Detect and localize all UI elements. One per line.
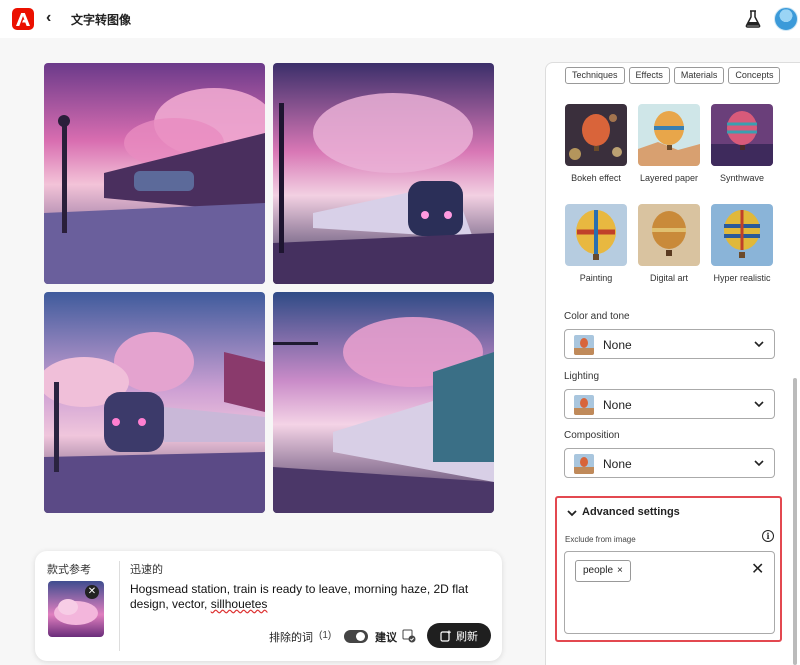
flask-icon[interactable] [745,10,761,28]
style-painting[interactable]: Painting [561,204,631,283]
style-digital-art[interactable]: Digital art [634,204,704,283]
balloon-image [711,204,773,266]
result-image-3[interactable] [44,292,265,513]
back-button[interactable]: ‹ [46,9,51,27]
adobe-logo[interactable] [12,8,34,30]
balloon-swatch-image [574,454,594,474]
top-bar: ‹ 文字转图像 [0,0,800,38]
suggestions-label: 建议 [375,632,397,644]
style-label: Painting [579,273,613,283]
panel-scrollbar[interactable] [793,378,797,665]
style-label: Bokeh effect [571,173,621,183]
result-image-4[interactable] [273,292,494,513]
style-thumbnail [565,104,627,166]
remove-style-reference-button[interactable]: ✕ [85,585,99,599]
exclude-tag: people × [575,560,631,582]
composition-label: Composition [564,430,620,441]
balloon-image [565,204,627,266]
prompt-input[interactable]: Hogsmead station, train is ready to leav… [130,582,490,612]
balloon-image [638,104,700,166]
exclude-words-count: (1) [319,630,332,641]
train-station-image [273,292,494,513]
refresh-button[interactable]: 刷新 [427,623,491,648]
style-category-chips: Techniques Effects Materials Concepts [565,67,781,84]
advanced-settings-toggle[interactable]: Advanced settings [582,506,680,518]
style-label: Digital art [649,273,688,283]
style-hyper-realistic[interactable]: Hyper realistic [707,204,777,283]
train-station-image [273,63,494,284]
divider [119,561,120,651]
user-avatar[interactable] [774,7,798,31]
chip-techniques[interactable]: Techniques [565,67,625,84]
prompt-text: Hogsmead station, train is ready to leav… [130,582,469,611]
style-label: Hyper realistic [713,273,771,283]
style-label: Synthwave [719,173,765,183]
dropdown-value: None [603,338,632,352]
option-thumbnail [574,335,594,355]
balloon-image [711,104,773,166]
color-tone-label: Color and tone [564,311,630,322]
balloon-swatch-image [574,395,594,415]
tag-remove-icon[interactable]: × [617,565,623,576]
page-title: 文字转图像 [71,13,132,27]
chevron-down-icon [754,341,764,348]
style-bokeh-effect[interactable]: Bokeh effect [561,104,631,183]
style-reference-label: 款式参考 [47,564,91,576]
style-synthwave[interactable]: Synthwave [707,104,777,183]
style-thumbnail [565,204,627,266]
result-image-2[interactable] [273,63,494,284]
balloon-swatch-image [574,335,594,355]
dropdown-value: None [603,457,632,471]
lighting-label: Lighting [564,371,600,382]
adobe-a-icon [16,12,30,26]
suggestions-toggle[interactable] [344,630,368,643]
chevron-down-icon [754,401,764,408]
prompt-panel: 款式参考 ✕ 迅速的 Hogsmead station, train is re… [35,551,502,661]
tag-label: people [583,565,614,576]
option-thumbnail [574,454,594,474]
lighting-dropdown[interactable]: None [564,389,775,419]
refresh-icon [440,630,451,642]
suggestion-check-icon[interactable] [402,629,416,643]
chip-materials[interactable]: Materials [673,67,725,84]
chip-effects[interactable]: Effects [628,67,670,84]
exclude-input[interactable]: people × ✕ [564,551,775,634]
balloon-image [565,104,627,166]
chip-concepts[interactable]: Concepts [728,67,781,84]
advanced-settings-section: Advanced settings Exclude from image i p… [555,496,782,642]
style-thumbnail [711,204,773,266]
clear-exclusions-button[interactable]: ✕ [751,559,764,579]
composition-dropdown[interactable]: None [564,448,775,478]
misspelled-word: sillhouetes [210,597,268,611]
style-thumbnail [711,104,773,166]
style-thumbnail [638,204,700,266]
train-station-image [44,292,265,513]
info-icon[interactable]: i [762,530,774,542]
result-image-1[interactable] [44,63,265,284]
chevron-down-icon[interactable] [567,509,577,517]
style-thumbnail [638,104,700,166]
balloon-image [638,204,700,266]
dropdown-value: None [603,398,632,412]
train-station-image [44,63,265,284]
exclude-words-button[interactable]: 排除的词 [269,629,313,645]
generation-mode-label[interactable]: 迅速的 [130,561,163,577]
option-thumbnail [574,395,594,415]
style-layered-paper[interactable]: Layered paper [634,104,704,183]
chevron-down-icon [754,460,764,467]
refresh-label: 刷新 [456,630,478,643]
style-label: Layered paper [639,173,699,183]
exclude-from-image-label: Exclude from image [565,535,636,544]
color-tone-dropdown[interactable]: None [564,329,775,359]
